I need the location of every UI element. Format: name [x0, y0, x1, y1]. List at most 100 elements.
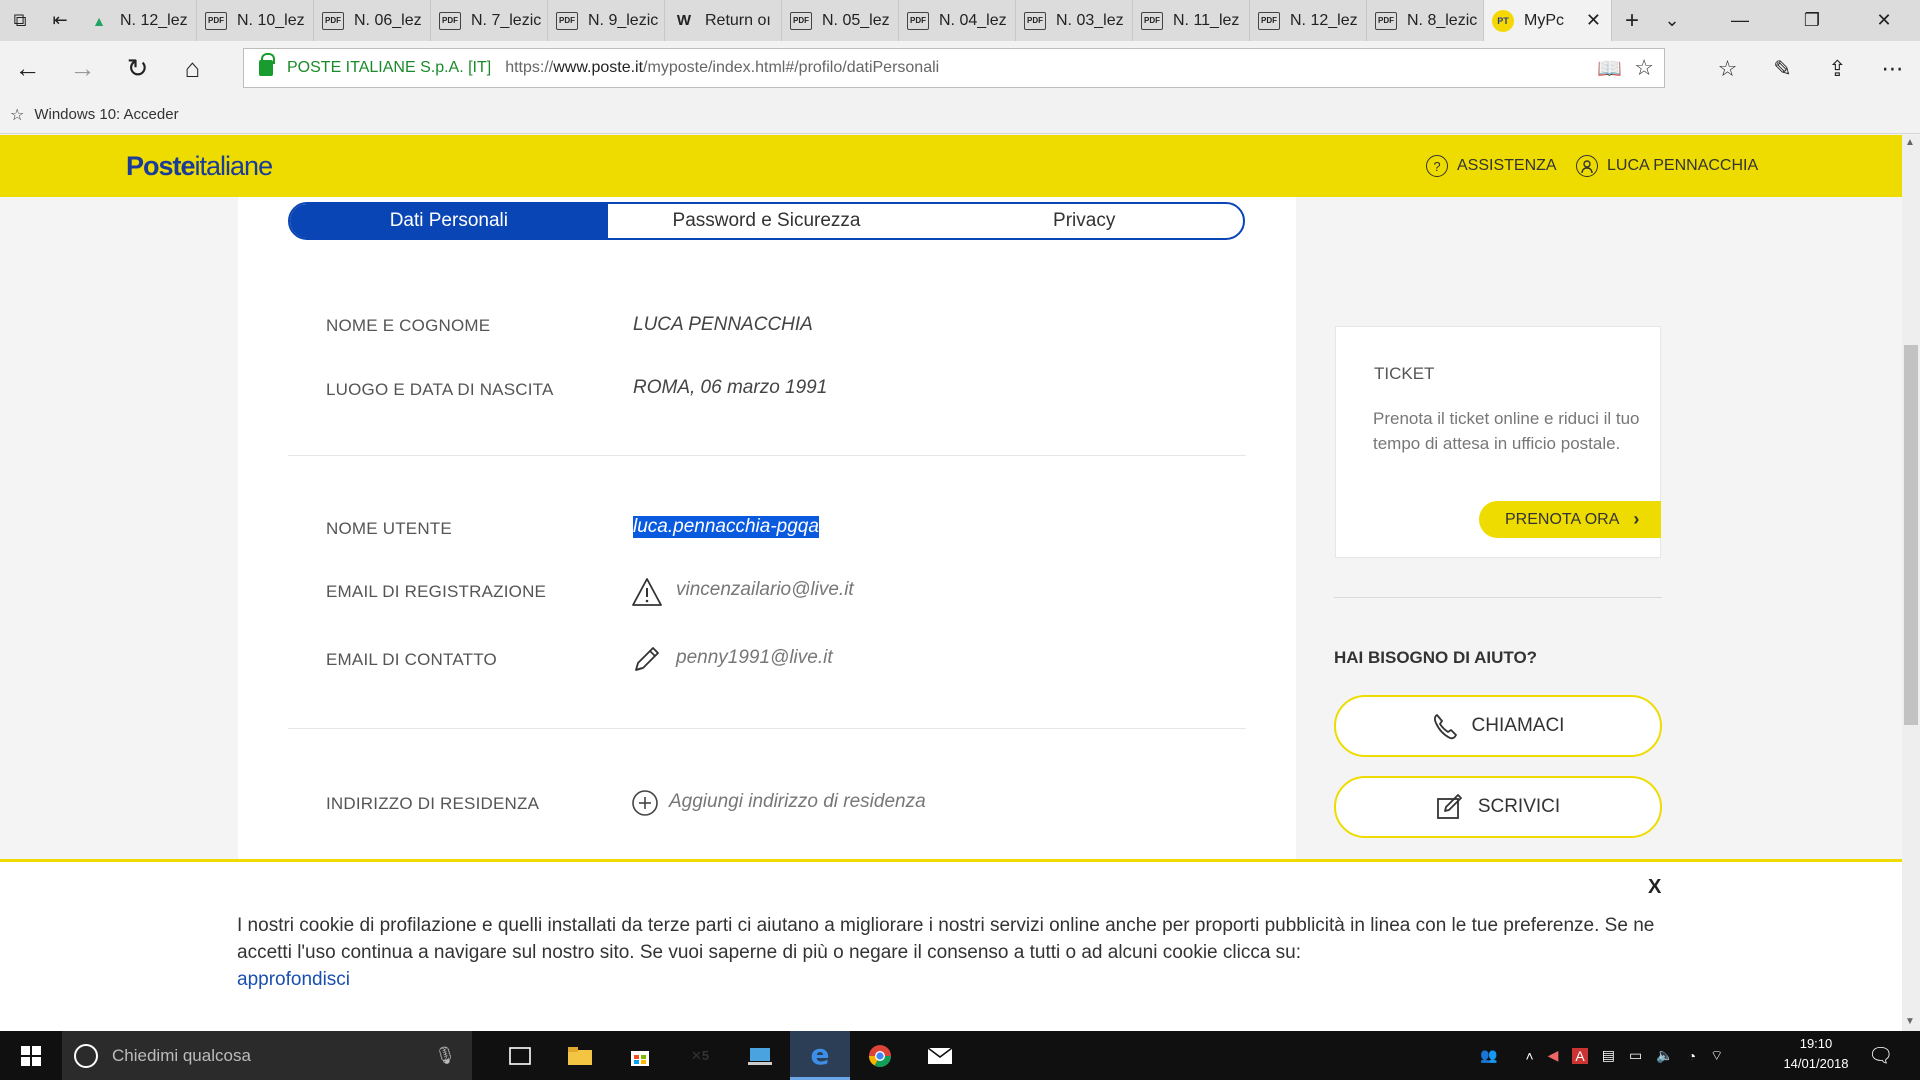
notifications-icon[interactable]: 🗨	[1868, 1043, 1893, 1068]
favorites-hub-icon[interactable]: ☆	[1700, 41, 1755, 96]
favorite-star-icon[interactable]: ☆	[1634, 55, 1654, 81]
store-icon[interactable]	[610, 1031, 670, 1080]
tab-9[interactable]: PDF N. 11_lez	[1133, 0, 1250, 41]
favorite-item[interactable]: Windows 10: Acceder	[34, 106, 178, 123]
set-aside-tabs-icon[interactable]: ⇤	[40, 0, 80, 41]
poste-favicon-icon: PT	[1492, 9, 1514, 32]
mail-icon[interactable]	[910, 1031, 970, 1080]
wikipedia-icon: W	[676, 12, 692, 29]
microphone-icon[interactable]: 🎙	[434, 1046, 456, 1066]
chevron-up-icon[interactable]: ˄	[1525, 1048, 1533, 1064]
cookie-close-button[interactable]: X	[1648, 876, 1661, 899]
tab-11[interactable]: PDF N. 8_lezic	[1367, 0, 1484, 41]
scrivici-button[interactable]: SCRIVICI	[1334, 776, 1662, 838]
pdf-icon: PDF	[556, 11, 578, 30]
tab-8[interactable]: PDF N. 03_lez	[1016, 0, 1133, 41]
home-button[interactable]: ⌂	[165, 41, 220, 96]
tab-7[interactable]: PDF N. 04_lez	[899, 0, 1016, 41]
acrobat-icon[interactable]: A	[1572, 1047, 1588, 1064]
back-button[interactable]: ←	[0, 41, 55, 96]
computer-icon[interactable]	[730, 1031, 790, 1080]
cortana-search[interactable]: Chiedimi qualcosa 🎙	[62, 1031, 472, 1080]
tab-label: N. 10_lez	[237, 11, 305, 29]
scrollbar-thumb[interactable]	[1904, 345, 1918, 725]
indirizzo-label: INDIRIZZO DI RESIDENZA	[326, 794, 540, 813]
minimize-button[interactable]: —	[1704, 0, 1776, 41]
speaker-warning-icon[interactable]: ◀	[1548, 1047, 1559, 1064]
tab-manager-icon[interactable]: ⧉	[0, 0, 40, 41]
cookie-text: I nostri cookie di profilazione e quelli…	[237, 912, 1677, 993]
battery-icon[interactable]: ▭	[1629, 1047, 1642, 1064]
email-contatto-label: EMAIL DI CONTATTO	[326, 650, 497, 669]
tab-label: N. 05_lez	[822, 11, 890, 29]
browser-toolbar: ☆ ✎ ⇪ ⋯	[1700, 41, 1920, 96]
people-icon[interactable]: 👥	[1480, 1047, 1497, 1064]
logo[interactable]: Posteitaliane	[126, 151, 273, 182]
more-icon[interactable]: ⋯	[1865, 41, 1920, 96]
warning-icon	[631, 576, 663, 608]
pdf-icon: PDF	[1141, 11, 1163, 30]
tab-password-sicurezza[interactable]: Password e Sicurezza	[608, 204, 926, 238]
tab-4[interactable]: PDF N. 9_lezic	[548, 0, 665, 41]
tab-5[interactable]: W Return oı	[665, 0, 782, 41]
file-explorer-icon[interactable]	[550, 1031, 610, 1080]
edit-pencil-icon[interactable]	[631, 643, 663, 675]
aggiungi-indirizzo-link[interactable]: Aggiungi indirizzo di residenza	[669, 791, 926, 813]
tab-privacy[interactable]: Privacy	[925, 204, 1243, 238]
user-menu[interactable]: LUCA PENNACCHIA	[1576, 155, 1758, 177]
browser-tab-bar: ⧉ ⇤ ▲ N. 12_lez PDF N. 10_lez PDF N. 06_lez PD…	[0, 0, 1920, 41]
chrome-icon[interactable]	[850, 1031, 910, 1080]
tab-label: N. 04_lez	[939, 11, 1007, 29]
tab-6[interactable]: PDF N. 05_lez	[782, 0, 899, 41]
approfondisci-link[interactable]: approfondisci	[237, 969, 350, 990]
tab-1[interactable]: PDF N. 10_lez	[197, 0, 314, 41]
device-icon[interactable]: ▤	[1602, 1047, 1615, 1064]
tab-dati-personali[interactable]: Dati Personali	[290, 204, 608, 238]
chiamaci-button[interactable]: CHIAMACI	[1334, 695, 1662, 757]
close-icon[interactable]: ✕	[1586, 10, 1601, 31]
tab-label: N. 9_lezic	[588, 11, 659, 29]
email-contatto-value: penny1991@live.it	[676, 647, 833, 668]
nome-utente-value: luca.pennacchia-pgqa	[633, 516, 819, 538]
tab-active[interactable]: PT MyPc ✕	[1484, 0, 1612, 41]
tab-label: N. 8_lezic	[1407, 11, 1478, 29]
edge-icon[interactable]: e	[790, 1031, 850, 1080]
lock-icon	[259, 53, 275, 76]
forward-button[interactable]: →	[55, 41, 110, 96]
clock[interactable]: 19:10 14/01/2018	[1768, 1034, 1864, 1074]
nome-utente-label: NOME UTENTE	[326, 519, 452, 538]
volume-icon[interactable]: 🔈	[1656, 1047, 1673, 1064]
restore-button[interactable]: ❐	[1776, 0, 1848, 41]
reading-view-icon[interactable]: 📖	[1597, 56, 1622, 81]
tab-label: Return oı	[705, 11, 771, 29]
wifi-icon[interactable]: ⌔	[1710, 1047, 1723, 1065]
new-tab-icon[interactable]: +	[1612, 0, 1652, 41]
scroll-up-icon[interactable]: ▲	[1905, 137, 1915, 148]
assistenza-link[interactable]: ? ASSISTENZA	[1426, 155, 1557, 177]
tab-label: MyPc	[1524, 11, 1564, 29]
chevron-down-icon[interactable]: ⌄	[1652, 0, 1692, 41]
tab-label: N. 11_lez	[1173, 11, 1240, 29]
tab-2[interactable]: PDF N. 06_lez	[314, 0, 431, 41]
scroll-down-icon[interactable]: ▼	[1905, 1016, 1915, 1027]
search-placeholder: Chiedimi qualcosa	[112, 1045, 251, 1065]
prenota-ora-button[interactable]: PRENOTA ORA ›	[1479, 501, 1661, 538]
xmind-icon[interactable]: ✕5	[670, 1031, 730, 1080]
site-identity: POSTE ITALIANE S.p.A. [IT]	[287, 59, 492, 76]
pdf-icon: PDF	[1375, 11, 1397, 30]
tab-10[interactable]: PDF N. 12_lez	[1250, 0, 1367, 41]
tab-0[interactable]: ▲ N. 12_lez	[80, 0, 197, 41]
close-window-button[interactable]: ✕	[1848, 0, 1920, 41]
windows-start-icon[interactable]	[0, 1031, 62, 1080]
tab-3[interactable]: PDF N. 7_lezic	[431, 0, 548, 41]
network-icon[interactable]: ◔	[1688, 1048, 1696, 1064]
tab-label: N. 7_lezic	[471, 11, 542, 29]
refresh-button[interactable]: ↻	[110, 41, 165, 96]
pdf-icon: PDF	[1024, 11, 1046, 30]
task-view-icon[interactable]	[490, 1031, 550, 1080]
add-circle-icon[interactable]	[629, 787, 661, 819]
address-bar[interactable]: POSTE ITALIANE S.p.A. [IT] https://www.p…	[243, 48, 1665, 88]
share-icon[interactable]: ⇪	[1810, 41, 1865, 96]
pen-icon[interactable]: ✎	[1755, 41, 1810, 96]
taskbar-apps: ✕5 e	[490, 1031, 970, 1080]
